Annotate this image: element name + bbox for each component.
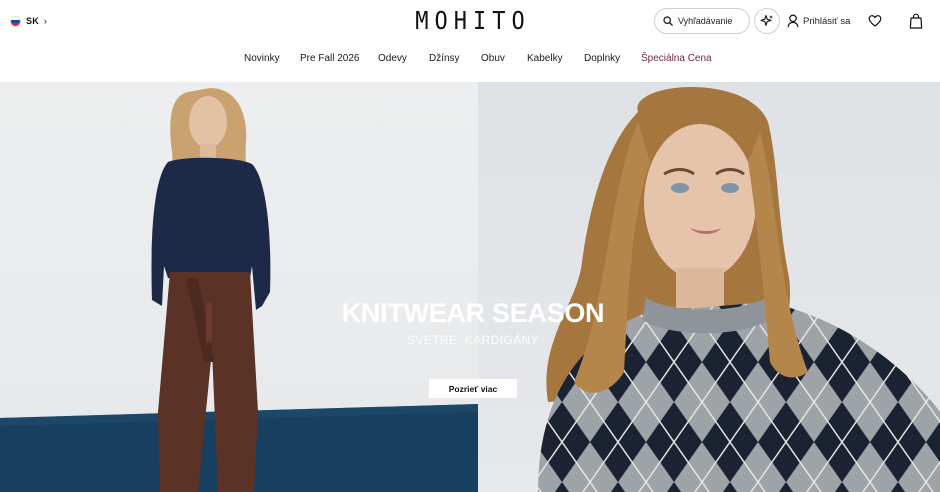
- model-portrait-image: [538, 87, 940, 492]
- nav-item-pre-fall[interactable]: Pre Fall 2026: [300, 53, 359, 64]
- login-link[interactable]: Prihlásiť sa: [787, 13, 850, 29]
- nav-item-novinky[interactable]: Novinky: [244, 53, 280, 64]
- slovakia-flag-icon: [10, 15, 21, 27]
- search-box[interactable]: [654, 8, 750, 34]
- locale-code: SK: [26, 16, 39, 26]
- login-label: Prihlásiť sa: [803, 15, 851, 27]
- nav-item-kabelky[interactable]: Kabelky: [527, 53, 563, 64]
- hero-image-right: [478, 82, 940, 492]
- bag-icon[interactable]: [909, 13, 923, 29]
- nav-item-doplnky[interactable]: Doplnky: [584, 53, 620, 64]
- see-more-button[interactable]: Pozrieť viac: [429, 379, 517, 398]
- chevron-right-icon: ›: [43, 15, 47, 26]
- user-icon: [787, 14, 799, 28]
- search-input[interactable]: [678, 16, 744, 26]
- nav-item-obuv[interactable]: Obuv: [481, 53, 505, 64]
- nav-item-odevy[interactable]: Odevy: [378, 53, 407, 64]
- top-bar: SK › MOHITO Prihlásiť sa: [0, 0, 940, 42]
- hero-subtitle: SVETRE, KARDIGÁNY: [406, 333, 540, 347]
- ai-assistant-button[interactable]: [754, 8, 780, 34]
- model-full-body-image: [0, 88, 478, 492]
- heart-icon[interactable]: [868, 14, 882, 28]
- search-icon: [663, 16, 673, 26]
- hero-content: KNITWEAR SEASON SVETRE, KARDIGÁNY Pozrie…: [280, 298, 666, 398]
- main-navigation: Novinky Pre Fall 2026 Odevy Džínsy Obuv …: [0, 50, 940, 70]
- locale-switcher[interactable]: SK ›: [10, 14, 47, 28]
- brand-logo[interactable]: MOHITO: [415, 7, 531, 36]
- hero-title: KNITWEAR SEASON: [341, 298, 605, 328]
- nav-item-specialna-cena[interactable]: Špeciálna Cena: [641, 53, 712, 64]
- hero-banner[interactable]: KNITWEAR SEASON SVETRE, KARDIGÁNY Pozrie…: [0, 82, 940, 492]
- site-header: SK › MOHITO Prihlásiť sa: [0, 0, 940, 82]
- sparkle-icon: [760, 14, 773, 26]
- hero-image-left: [0, 82, 478, 492]
- nav-item-dzinsy[interactable]: Džínsy: [429, 53, 460, 64]
